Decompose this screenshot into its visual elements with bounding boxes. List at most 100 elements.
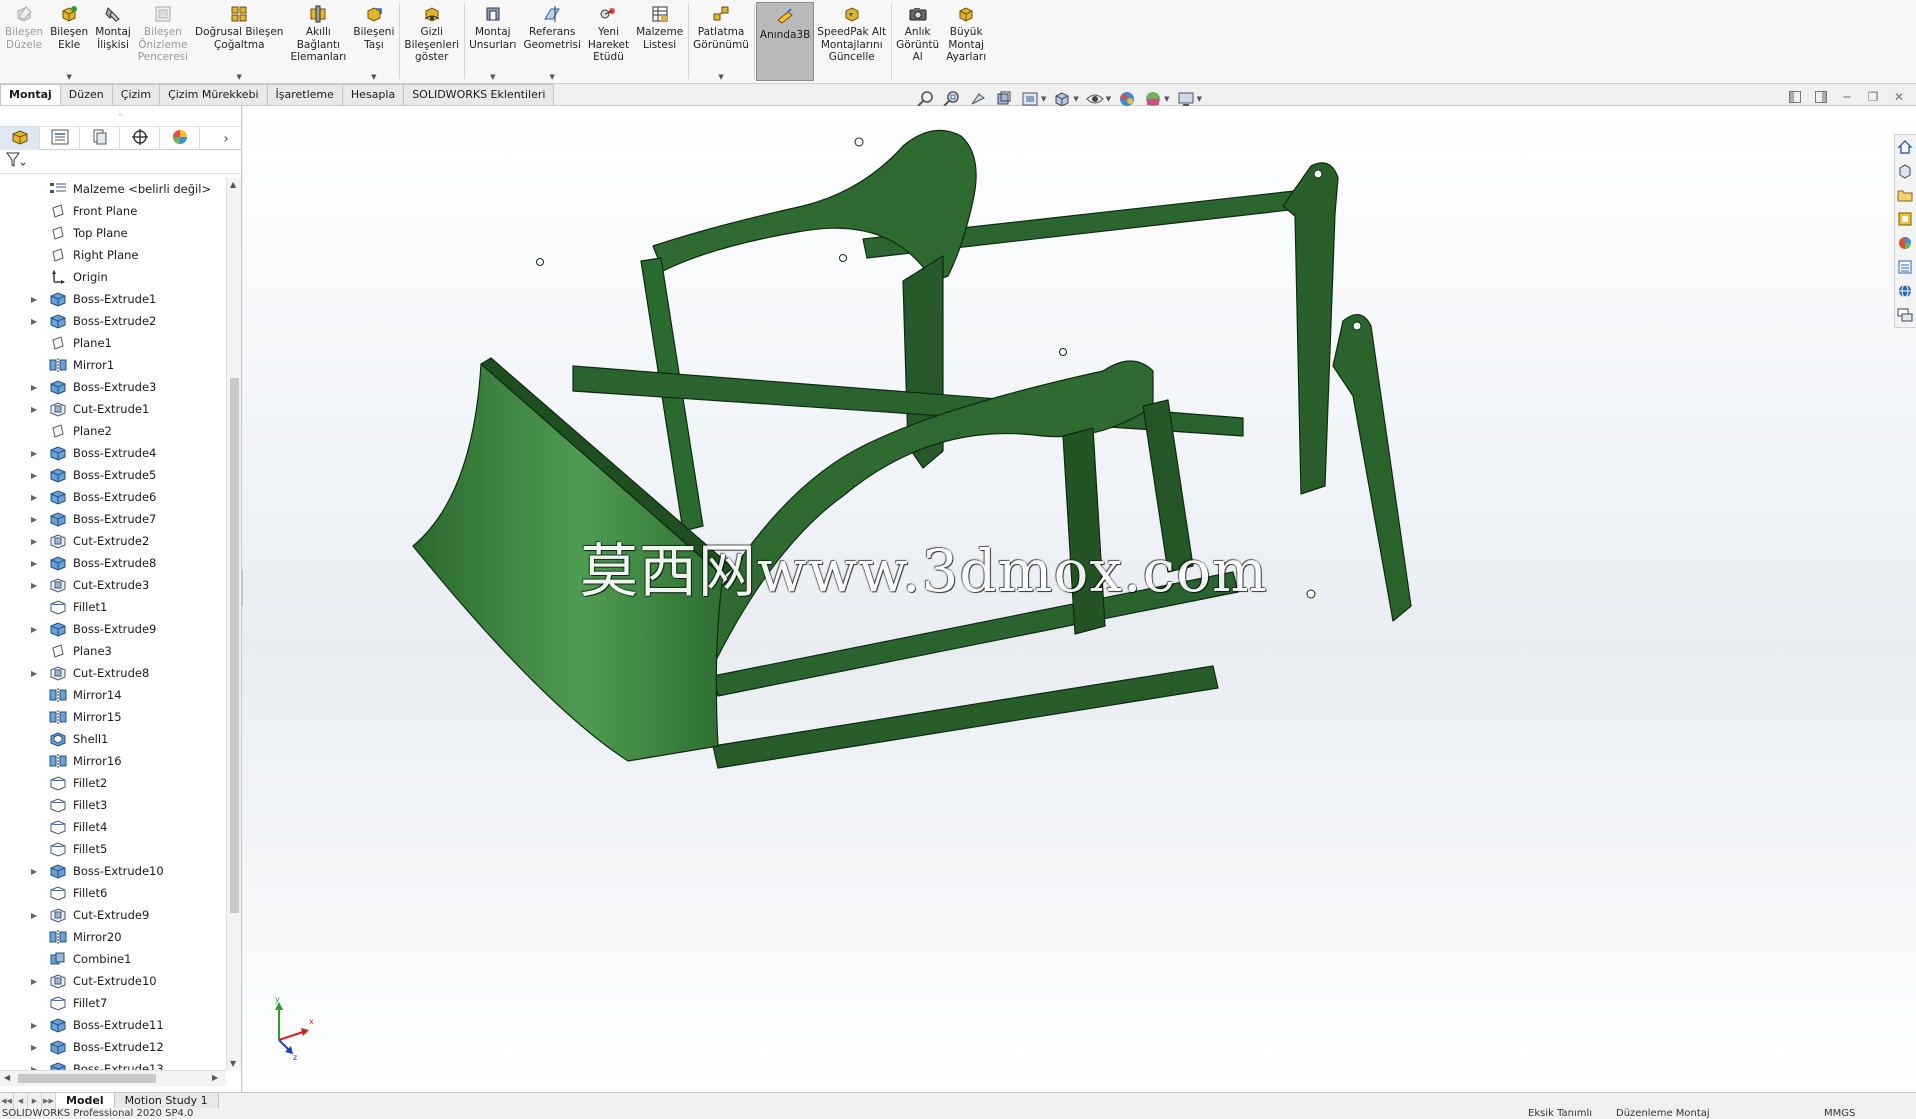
expand-arrow-icon[interactable]: ▶ xyxy=(31,581,39,590)
ribbon-button-exploded-view[interactable]: Patlatma Görünümü ▼ xyxy=(690,0,753,83)
custom-properties-icon[interactable] xyxy=(1895,257,1915,277)
expand-arrow-icon[interactable]: ▶ xyxy=(31,383,39,392)
tree-item[interactable]: ▶ Boss-Extrude10 xyxy=(0,860,226,882)
tree-item[interactable]: Mirror20 xyxy=(0,926,226,948)
tree-item[interactable]: ▶ Boss-Extrude13 xyxy=(0,1058,226,1070)
tree-item[interactable]: Fillet4 xyxy=(0,816,226,838)
tree-item[interactable]: ▶ Boss-Extrude7 xyxy=(0,508,226,530)
tree-item[interactable]: ▶ Boss-Extrude3 xyxy=(0,376,226,398)
tree-item[interactable]: ▶ Cut-Extrude1 xyxy=(0,398,226,420)
restore-icon[interactable]: ❐ xyxy=(1866,90,1880,104)
display-manager-tab[interactable] xyxy=(160,127,200,150)
scroll-down-icon[interactable]: ▼ xyxy=(230,1059,236,1068)
expand-arrow-icon[interactable]: ▶ xyxy=(31,911,39,920)
ribbon-button-reference-geometry[interactable]: Referans Geometrisi ▼ xyxy=(520,0,584,83)
tab-1[interactable]: Düzen xyxy=(59,84,113,105)
folder-icon[interactable] xyxy=(1895,185,1915,205)
prev-tab-icon[interactable]: ◀ xyxy=(14,1093,28,1108)
ribbon-button-insert-component[interactable]: Bileşen Ekle ▼ xyxy=(47,0,92,83)
expand-arrow-icon[interactable]: ▶ xyxy=(31,317,39,326)
bottom-tab-1[interactable]: Motion Study 1 xyxy=(114,1093,219,1108)
expand-arrow-icon[interactable]: ▶ xyxy=(31,405,39,414)
chevron-down-icon[interactable]: ▼ xyxy=(371,73,376,81)
tree-item[interactable]: ▶ Boss-Extrude5 xyxy=(0,464,226,486)
tree-item[interactable]: ▶ Boss-Extrude2 xyxy=(0,310,226,332)
tree-item[interactable]: ▶ Boss-Extrude4 xyxy=(0,442,226,464)
tree-item[interactable]: ▶ Cut-Extrude8 xyxy=(0,662,226,684)
tree-item[interactable]: ▶ Boss-Extrude12 xyxy=(0,1036,226,1058)
expand-arrow-icon[interactable]: ▶ xyxy=(31,559,39,568)
ribbon-button-smart-fasteners[interactable]: Akıllı Bağlantı Elemanları xyxy=(287,0,350,83)
expand-arrow-icon[interactable]: ▶ xyxy=(31,471,39,480)
chevron-down-icon[interactable]: ▼ xyxy=(237,73,242,81)
expand-arrow-icon[interactable]: ▶ xyxy=(31,867,39,876)
tile-left-icon[interactable] xyxy=(1788,90,1802,104)
tree-item[interactable]: Fillet3 xyxy=(0,794,226,816)
tile-right-icon[interactable] xyxy=(1814,90,1828,104)
expand-arrow-icon[interactable]: ▶ xyxy=(31,625,39,634)
tree-item[interactable]: ▶ Boss-Extrude9 xyxy=(0,618,226,640)
chevron-down-icon[interactable]: ▼ xyxy=(66,73,71,81)
tab-3[interactable]: Çizim Mürekkebi xyxy=(159,84,268,105)
status-units[interactable]: MMGS xyxy=(1824,1108,1855,1119)
ribbon-button-edit-component[interactable]: Bileşen Düzele xyxy=(2,0,47,83)
appearances-icon[interactable] xyxy=(1895,233,1915,253)
property-manager-tab[interactable] xyxy=(40,127,80,150)
chevron-down-icon[interactable]: ▼ xyxy=(1041,95,1046,103)
dimxpert-manager-tab[interactable] xyxy=(120,127,160,150)
tree-item[interactable]: Fillet5 xyxy=(0,838,226,860)
scroll-right-icon[interactable]: ▶ xyxy=(212,1073,218,1082)
tree-item[interactable]: Fillet2 xyxy=(0,772,226,794)
ribbon-button-move-component[interactable]: Bileşeni Taşı ▼ xyxy=(350,0,398,83)
expand-arrow-icon[interactable]: ▶ xyxy=(31,1043,39,1052)
tree-item[interactable]: Fillet6 xyxy=(0,882,226,904)
expand-arrow-icon[interactable]: ▶ xyxy=(31,977,39,986)
feature-manager-tab[interactable] xyxy=(0,127,40,150)
ribbon-button-linear-pattern[interactable]: Doğrusal Bileşen Çoğaltma ▼ xyxy=(192,0,287,83)
chevron-down-icon[interactable]: ▼ xyxy=(1164,95,1169,103)
expand-arrow-icon[interactable]: ▶ xyxy=(31,515,39,524)
next-tab-icon[interactable]: ▶ xyxy=(28,1093,42,1108)
tree-item[interactable]: ▶ Boss-Extrude1 xyxy=(0,288,226,310)
expand-arrow-icon[interactable]: ▶ xyxy=(31,669,39,678)
tree-item[interactable]: Mirror14 xyxy=(0,684,226,706)
tree-vertical-scrollbar[interactable]: ▲ ▼ xyxy=(226,178,241,1070)
panel-grip[interactable]: ◦ xyxy=(0,106,241,126)
tab-2[interactable]: Çizim xyxy=(111,84,161,105)
tree-item[interactable]: Plane2 xyxy=(0,420,226,442)
filter-icon[interactable] xyxy=(6,152,26,171)
scroll-up-icon[interactable]: ▲ xyxy=(230,180,236,189)
tree-item[interactable]: Shell1 xyxy=(0,728,226,750)
close-icon[interactable]: ✕ xyxy=(1892,90,1906,104)
chevron-down-icon[interactable]: ▼ xyxy=(1106,95,1111,103)
bottom-tab-0[interactable]: Model xyxy=(56,1093,115,1108)
tree-item[interactable]: ▶ Cut-Extrude2 xyxy=(0,530,226,552)
view-palette-icon[interactable] xyxy=(1895,209,1915,229)
tree-item[interactable]: Mirror16 xyxy=(0,750,226,772)
chevron-down-icon[interactable]: ▼ xyxy=(549,73,554,81)
tree-filter[interactable] xyxy=(0,150,241,174)
tree-horizontal-scrollbar[interactable]: ◀ ▶ xyxy=(0,1070,226,1086)
home-icon[interactable] xyxy=(1895,137,1915,157)
configuration-manager-tab[interactable] xyxy=(80,127,120,150)
ribbon-button-bom[interactable]: Malzeme Listesi xyxy=(633,0,687,83)
tree-item[interactable]: Malzeme <belirli değil> xyxy=(0,178,226,200)
tree-item[interactable]: ▶ Cut-Extrude10 xyxy=(0,970,226,992)
tree-item[interactable]: Mirror15 xyxy=(0,706,226,728)
tree-item[interactable]: Plane3 xyxy=(0,640,226,662)
tree-item[interactable]: ▶ Boss-Extrude11 xyxy=(0,1014,226,1036)
tree-item[interactable]: ▶ Boss-Extrude8 xyxy=(0,552,226,574)
tree-item[interactable]: Fillet1 xyxy=(0,596,226,618)
tree-item[interactable]: Origin xyxy=(0,266,226,288)
expand-arrow-icon[interactable]: ▶ xyxy=(31,493,39,502)
expand-arrow-icon[interactable]: ▶ xyxy=(31,1021,39,1030)
forum-chat-icon[interactable] xyxy=(1895,305,1915,325)
expand-arrow-icon[interactable]: ▶ xyxy=(31,295,39,304)
tab-6[interactable]: SOLIDWORKS Eklentileri xyxy=(403,84,555,105)
ribbon-button-large-assembly[interactable]: Büyük Montaj Ayarları xyxy=(943,0,990,83)
tab-0[interactable]: Montaj xyxy=(0,84,61,105)
chevron-right-icon[interactable]: › xyxy=(211,127,241,150)
minimize-icon[interactable]: ─ xyxy=(1840,90,1854,104)
scroll-left-icon[interactable]: ◀ xyxy=(4,1073,10,1082)
tab-5[interactable]: Hesapla xyxy=(341,84,405,105)
